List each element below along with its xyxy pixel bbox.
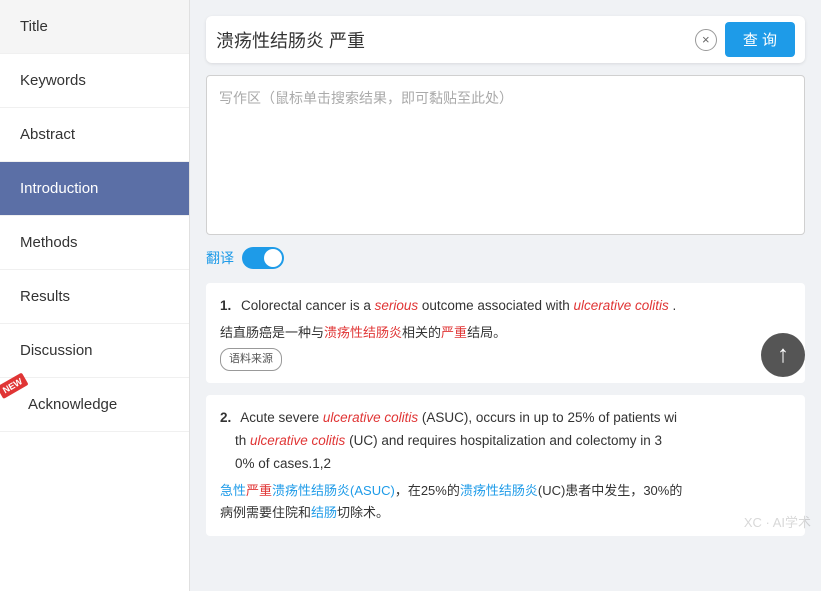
translation-2: 急性严重溃疡性结肠炎(ASUC)，在25%的溃疡性结肠炎(UC)患者中发生，30…: [220, 480, 791, 524]
translate-row: 翻译: [206, 247, 805, 269]
writing-placeholder: 写作区（鼠标单击搜索结果，即可黏贴至此处）: [219, 90, 513, 106]
serious-highlight: serious: [375, 298, 419, 313]
translate-toggle[interactable]: [242, 247, 284, 269]
sidebar-item-methods-label: Methods: [20, 234, 78, 251]
query-button[interactable]: 查 询: [725, 22, 795, 57]
clear-button[interactable]: ×: [695, 29, 717, 51]
sidebar-item-title[interactable]: Title: [0, 0, 189, 54]
scroll-top-button[interactable]: ↑: [761, 333, 805, 377]
uc-highlight-1: ulcerative colitis: [573, 298, 668, 313]
sidebar-item-discussion-label: Discussion: [20, 342, 93, 359]
sidebar-item-title-label: Title: [20, 18, 48, 35]
sidebar-item-acknowledge[interactable]: NEW Acknowledge: [0, 378, 189, 432]
result-text-1b: outcome associated with: [422, 298, 574, 313]
result-item-2: 2. Acute severe ulcerative colitis (ASUC…: [206, 395, 805, 536]
sidebar: Title Keywords Abstract Introduction Met…: [0, 0, 190, 591]
main-content: × 查 询 写作区（鼠标单击搜索结果，即可黏贴至此处） 翻译 1. Colore…: [190, 0, 821, 591]
translate-label: 翻译: [206, 248, 234, 268]
clear-icon: ×: [702, 32, 710, 47]
result-text-2a: Acute severe: [240, 410, 323, 425]
result-text-1a: Colorectal cancer is a: [241, 298, 375, 313]
uc-highlight-2a: ulcerative colitis: [323, 410, 418, 425]
sidebar-item-results-label: Results: [20, 288, 70, 305]
result-item-1: 1. Colorectal cancer is a serious outcom…: [206, 283, 805, 383]
translation-1: 结直肠癌是一种与溃疡性结肠炎相关的严重结局。: [220, 322, 791, 344]
result-text-1c: .: [673, 298, 677, 313]
writing-area[interactable]: 写作区（鼠标单击搜索结果，即可黏贴至此处）: [206, 75, 805, 235]
source-badge-1[interactable]: 语料来源: [220, 348, 282, 371]
search-input[interactable]: [216, 29, 695, 50]
result-number-2: 2.: [220, 410, 231, 425]
sidebar-item-abstract-label: Abstract: [20, 126, 75, 143]
sidebar-item-methods[interactable]: Methods: [0, 216, 189, 270]
sidebar-item-introduction[interactable]: Introduction: [0, 162, 189, 216]
sidebar-item-introduction-label: Introduction: [20, 180, 98, 197]
uc-highlight-2b: ulcerative colitis: [250, 433, 345, 448]
up-arrow-icon: ↑: [777, 341, 789, 369]
search-bar: × 查 询: [206, 16, 805, 63]
result-number-1: 1.: [220, 298, 231, 313]
sidebar-item-abstract[interactable]: Abstract: [0, 108, 189, 162]
sidebar-item-keywords-label: Keywords: [20, 72, 86, 89]
sidebar-item-results[interactable]: Results: [0, 270, 189, 324]
sidebar-item-keywords[interactable]: Keywords: [0, 54, 189, 108]
sidebar-item-discussion[interactable]: Discussion: [0, 324, 189, 378]
result-list: 1. Colorectal cancer is a serious outcom…: [206, 283, 805, 536]
sidebar-item-acknowledge-label: Acknowledge: [28, 396, 117, 413]
